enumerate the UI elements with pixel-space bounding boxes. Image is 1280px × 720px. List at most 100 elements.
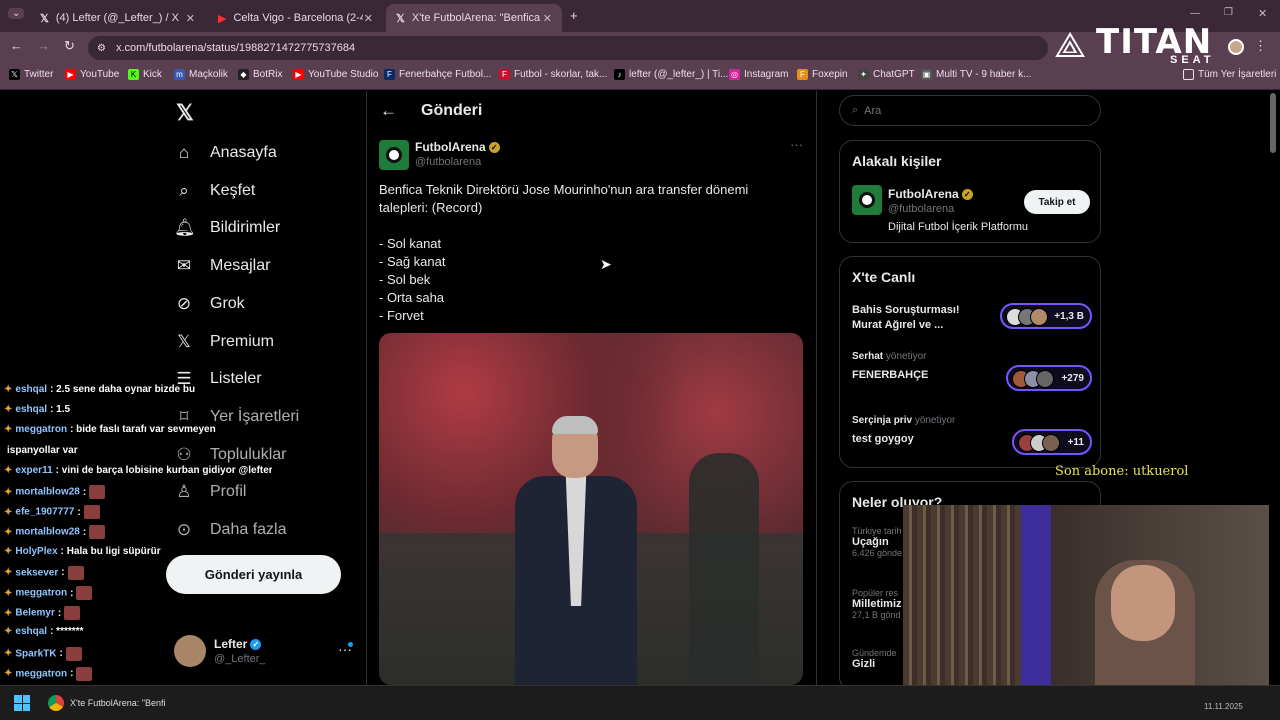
close-icon[interactable]: ✕ [186, 12, 195, 25]
relevant-handle[interactable]: @futbolarena [888, 203, 954, 215]
chat-message: ✦ eshqal: 2.5 sene daha oynar bizde bu [4, 384, 195, 395]
taskbar-chrome-app[interactable]: X'te FutbolArena: "Benfi [48, 692, 165, 714]
bookmark-item[interactable]: ▶ YouTube [65, 69, 119, 80]
tweet-author-name[interactable]: FutbolArena ✓ [415, 140, 500, 154]
sidebar-item-home[interactable]: ⌂ Anasayfa [174, 143, 277, 163]
live-item[interactable]: Bahis Soruşturması! Murat Ağırel ve ... … [852, 303, 1092, 333]
avatar [1030, 308, 1048, 326]
tab-lefter[interactable]: 𝕏 (4) Lefter (@_Lefter_) / X ✕ [30, 4, 205, 32]
minimize-button[interactable]: — [1190, 8, 1200, 19]
trend-context: Popüler res [852, 588, 899, 598]
reload-icon[interactable]: ↻ [64, 38, 75, 54]
sub-badge-icon: ✦ [4, 506, 13, 518]
bookmark-item[interactable]: F Futbol - skorlar, tak... [499, 69, 607, 80]
host-name: Serçinja priv [852, 415, 913, 426]
bookmark-label: lefter (@_lefter_) | Ti... [629, 69, 729, 80]
tab-youtube[interactable]: ▶ Celta Vigo - Barcelona (2-4) - Ma ✕ [208, 4, 383, 32]
forward-arrow-icon[interactable]: → [37, 38, 50, 53]
host-suffix: yönetiyor [914, 415, 956, 426]
bookmark-item[interactable]: ♪ lefter (@_lefter_) | Ti... [614, 69, 728, 80]
relevant-bio: Dijital Futbol İçerik Platformu [888, 221, 1028, 233]
x-favicon: 𝕏 [396, 12, 405, 25]
relevant-name[interactable]: FutbolArena ✓ [888, 187, 973, 201]
scrollbar[interactable] [1270, 93, 1276, 153]
tweet-line: talepleri: (Record) [379, 200, 483, 215]
chat-text: : [82, 527, 87, 539]
chat-message: ✦ exper11: vini de barça lobisine kurban … [4, 465, 272, 476]
sidebar-item-explore[interactable]: ⌕ Keşfet [174, 181, 255, 201]
search-placeholder: Ara [864, 104, 882, 117]
chat-message: ✦ meggatron: [4, 586, 93, 600]
bookmark-item[interactable]: ◆ BotRix [238, 69, 282, 80]
trend-item[interactable]: Türkiye tarih Uçağın 6.426 gönde [852, 526, 902, 558]
trend-context: Gündemde [852, 648, 897, 658]
more-dots-icon[interactable]: ··· [790, 137, 803, 152]
tweet-line: - Sol kanat [379, 236, 442, 251]
close-icon[interactable]: ✕ [364, 12, 373, 25]
live-participants-pill[interactable]: +1,3 B [1000, 303, 1092, 329]
grey-hair [552, 416, 598, 434]
bookmark-item[interactable]: ◎ Instagram [729, 69, 788, 80]
bookmark-item[interactable]: F Foxepin [797, 69, 848, 80]
bookmark-item[interactable]: K Kick [128, 69, 162, 80]
sidebar-item-premium[interactable]: 𝕏 Premium [174, 332, 274, 352]
address-bar[interactable]: ⚙ x.com/futbolarena/status/1988271472775… [88, 36, 1048, 60]
back-arrow-icon[interactable]: ← [10, 38, 23, 53]
chat-username: eshqal [15, 384, 48, 395]
all-bookmarks-folder[interactable]: Tüm Yer İşaretleri [1183, 69, 1276, 80]
chat-emote-icon [64, 606, 81, 621]
page-title: Gönderi [421, 102, 483, 119]
follow-button[interactable]: Takip et [1024, 190, 1090, 214]
bookmark-item[interactable]: 𝕏 Twitter [9, 69, 53, 80]
bookmark-item[interactable]: ✦ ChatGPT [858, 69, 915, 80]
tab-futbolarena[interactable]: 𝕏 X'te FutbolArena: "Benfica Tekn ✕ [386, 4, 562, 32]
trend-item[interactable]: Gündemde Gizli [852, 648, 897, 670]
participant-count: +1,3 B [1054, 310, 1084, 322]
sub-badge-icon: ✦ [4, 607, 13, 619]
streamer-face [1111, 565, 1175, 641]
bookmark-item[interactable]: m Maçkolik [174, 69, 228, 80]
sub-badge-icon: ✦ [4, 486, 13, 498]
relevant-avatar[interactable] [852, 185, 882, 215]
tweet-author-handle[interactable]: @futbolarena [415, 156, 481, 168]
bookmark-item[interactable]: ▶ YouTube Studio [293, 69, 378, 80]
bookmark-label: Fenerbahçe Futbol... [399, 69, 492, 80]
new-tab-button[interactable]: + [570, 8, 578, 23]
live-participants-pill[interactable]: +279 [1006, 365, 1092, 391]
sidebar-item-messages[interactable]: ✉ Mesajlar [174, 256, 271, 276]
kebab-menu-icon[interactable]: ⋮ [1254, 38, 1267, 54]
windows-start-icon[interactable] [14, 695, 30, 711]
site-settings-icon[interactable]: ⚙ [97, 43, 106, 54]
sidebar-item-notifications[interactable]: 🔔︎ Bildirimler [174, 218, 280, 238]
grok-icon: ⊘ [176, 294, 192, 313]
tweet-avatar[interactable] [379, 140, 409, 170]
x-logo-icon[interactable]: 𝕏 [176, 100, 194, 126]
trend-term: Milletimiz [852, 598, 902, 610]
back-arrow-icon[interactable]: ← [380, 101, 397, 121]
chat-username: efe_1907777 [15, 506, 75, 518]
search-input[interactable]: ⌕ Ara [839, 95, 1101, 126]
tweet-text: Benfica Teknik Direktörü Jose Mourinho'n… [379, 181, 789, 325]
tab-label: (4) Lefter (@_Lefter_) / X [55, 12, 179, 24]
card-title: Alakalı kişiler [852, 153, 942, 169]
bookmark-item[interactable]: ▣ Multi TV - 9 haber k... [921, 69, 1031, 80]
chat-username: meggatron [15, 424, 68, 436]
live-item[interactable]: Serhat yönetiyor FENERBAHÇE +279 [852, 351, 1092, 391]
live-item[interactable]: Serçinja priv yönetiyor test goygoy +11 [852, 415, 1092, 455]
bookmark-item[interactable]: F Fenerbahçe Futbol... [384, 69, 491, 80]
chat-emote-icon [67, 565, 84, 580]
maximize-button[interactable]: ❐ [1224, 7, 1233, 18]
trend-item[interactable]: Popüler res Milletimiz 27,1 B gönd [852, 588, 902, 620]
sidebar-item-grok[interactable]: ⊘ Grok [174, 294, 245, 314]
sidebar-item-label: Mesajlar [210, 257, 271, 274]
close-window-button[interactable]: ✕ [1258, 7, 1267, 20]
close-icon[interactable]: ✕ [543, 12, 552, 25]
tab-search-button[interactable]: ⌄ [8, 8, 25, 19]
chat-message: ✦ efe_1907777: [4, 505, 100, 520]
live-participants-pill[interactable]: +11 [1012, 429, 1092, 455]
tweet-photo[interactable] [379, 333, 803, 685]
chat-emote-icon [76, 586, 93, 600]
mail-icon: ✉ [176, 256, 192, 275]
verified-badge-icon: ✓ [488, 142, 500, 154]
browser-profile-avatar[interactable] [1228, 39, 1244, 55]
